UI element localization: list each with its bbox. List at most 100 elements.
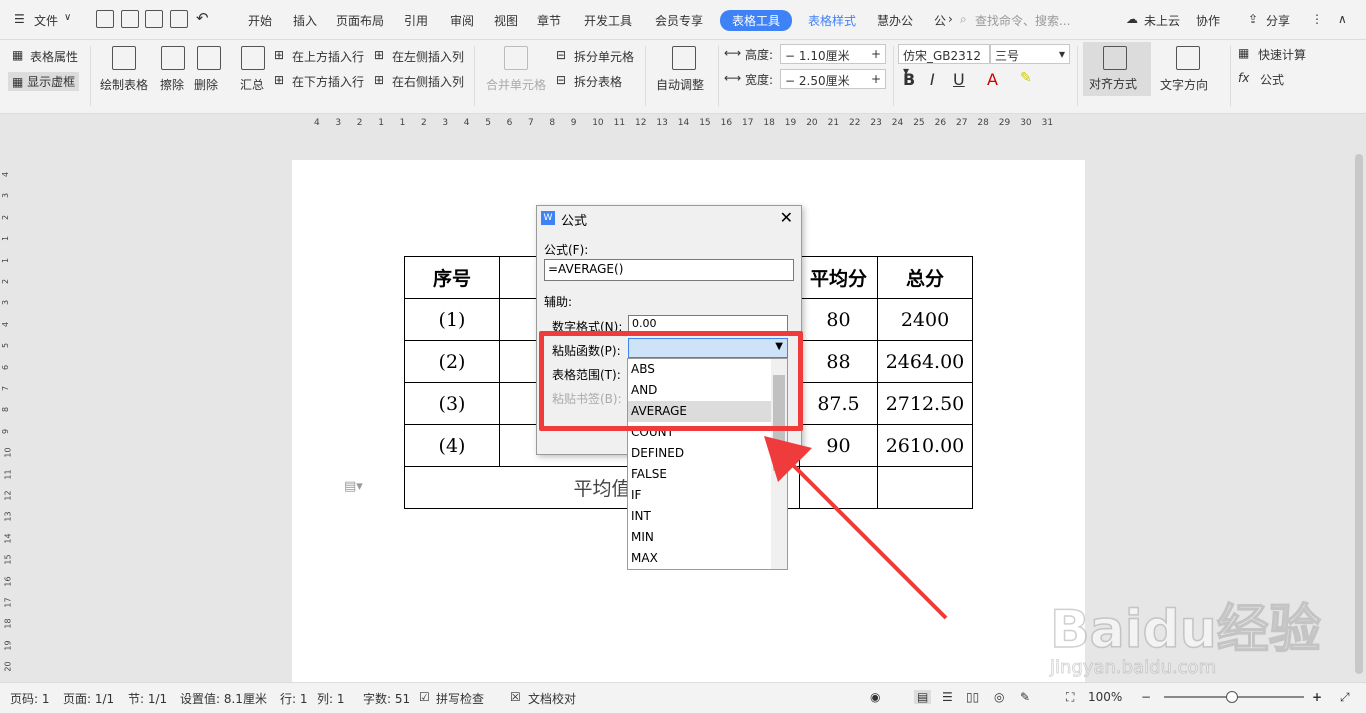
collapse-icon[interactable]: ∧ (1338, 12, 1347, 26)
table-cell[interactable]: (1) (404, 298, 500, 341)
tab-layout[interactable]: 页面布局 (336, 12, 384, 29)
list-item[interactable]: FALSE (628, 464, 771, 485)
eye-icon[interactable]: ◉ (870, 690, 880, 704)
checkbox-icon[interactable]: ☑ (419, 690, 430, 704)
table-cell[interactable]: 总分 (877, 256, 973, 299)
zoom-slider[interactable] (1164, 691, 1304, 703)
insert-above-button[interactable]: 在上方插入行 (292, 48, 364, 65)
cloud-status[interactable]: 未上云 (1144, 12, 1180, 29)
formula-input[interactable]: =AVERAGE() (544, 259, 794, 281)
insert-right-button[interactable]: 在右侧插入列 (392, 73, 464, 90)
print-preview-icon[interactable] (170, 10, 188, 28)
tab-table-style[interactable]: 表格样式 (808, 12, 856, 29)
table-cell[interactable]: (3) (404, 382, 500, 425)
table-cell[interactable]: 序号 (404, 256, 500, 299)
auto-fit-button[interactable]: 自动调整 (656, 76, 704, 93)
web-view-icon[interactable]: ◎ (994, 690, 1004, 704)
table-cell[interactable]: 2712.50 (877, 382, 973, 425)
table-cell[interactable]: (4) (404, 424, 500, 467)
list-item[interactable]: INT (628, 506, 771, 527)
file-menu[interactable]: 文件 (34, 12, 58, 29)
section-count[interactable]: 节: 1/1 (128, 690, 167, 707)
chevron-right-icon[interactable]: › (948, 12, 953, 26)
table-cell[interactable]: (2) (404, 340, 500, 383)
tab-section[interactable]: 章节 (537, 12, 561, 29)
tab-member[interactable]: 会员专享 (655, 12, 703, 29)
close-icon[interactable]: ✕ (780, 208, 793, 227)
page-code[interactable]: 页码: 1 (10, 690, 50, 707)
menu-icon[interactable]: ☰ (14, 12, 25, 26)
doc-proof-button[interactable]: 文档校对 (528, 690, 576, 707)
table-cell[interactable]: 2464.00 (877, 340, 973, 383)
fit-page-icon[interactable]: ⛶ (1066, 690, 1074, 705)
list-item[interactable]: IF (628, 485, 771, 506)
insert-below-button[interactable]: 在下方插入行 (292, 73, 364, 90)
zoom-in-icon[interactable]: + (1312, 690, 1322, 704)
spell-check-button[interactable]: 拼写检查 (436, 690, 484, 707)
zoom-slider-handle[interactable] (1226, 691, 1238, 703)
chevron-down-icon[interactable]: ∨ (64, 12, 71, 23)
list-item[interactable]: MAX (628, 548, 771, 569)
width-stepper[interactable]: − 2.50厘米 + (780, 69, 886, 89)
scrollbar-thumb[interactable] (1355, 154, 1363, 674)
tab-developer[interactable]: 开发工具 (584, 12, 632, 29)
plus-icon[interactable]: + (871, 72, 881, 86)
erase-button[interactable]: 擦除 (160, 76, 184, 93)
tab-review[interactable]: 审阅 (450, 12, 474, 29)
draw-table-button[interactable]: 绘制表格 (100, 76, 148, 93)
table-cell[interactable]: 87.5 (799, 382, 878, 425)
vertical-ruler[interactable]: 4 3 2 1 1 2 3 4 5 6 7 8 9 10 11 12 13 14 15 16 17 18 19 20 (0, 134, 14, 682)
proof-icon[interactable]: ☒ (510, 690, 521, 704)
table-cell[interactable]: 88 (799, 340, 878, 383)
list-item[interactable]: DEFINED (628, 443, 771, 464)
outline-view-icon[interactable]: ☰ (942, 690, 953, 704)
fullscreen-icon[interactable]: ⤢ (1340, 690, 1350, 705)
setting-value[interactable]: 设置值: 8.1厘米 (180, 690, 267, 707)
col-indicator[interactable]: 列: 1 (317, 690, 345, 707)
list-item[interactable]: MIN (628, 527, 771, 548)
write-view-icon[interactable]: ✎ (1020, 690, 1030, 704)
table-cell[interactable]: 2400 (877, 298, 973, 341)
tab-reference[interactable]: 引用 (404, 12, 428, 29)
row-indicator[interactable]: 行: 1 (280, 690, 308, 707)
share-button[interactable]: 分享 (1266, 12, 1290, 29)
split-cells-button[interactable]: 拆分单元格 (574, 48, 634, 65)
quick-calc-button[interactable]: 快速计算 (1258, 46, 1306, 63)
summary-button[interactable]: 汇总 (240, 76, 264, 93)
align-button[interactable]: 对齐方式 (1083, 42, 1151, 96)
formula-button[interactable]: 公式 (1260, 71, 1284, 88)
horizontal-ruler[interactable]: 4 3 2 1 1 2 3 4 5 6 7 8 9 10 11 12 13 14 15 16 17 18 19 20 21 22 2… (0, 115, 1366, 134)
page-count[interactable]: 页面: 1/1 (63, 690, 114, 707)
tab-more[interactable]: 公 (934, 12, 946, 29)
export-icon[interactable] (121, 10, 139, 28)
height-stepper[interactable]: − 1.10厘米 + (780, 44, 886, 64)
font-name-select[interactable]: 仿宋_GB2312 ▾ (898, 44, 990, 78)
print-icon[interactable] (145, 10, 163, 28)
table-props-button[interactable]: 表格属性 (30, 48, 78, 65)
font-size-select[interactable]: 三号 ▾ (990, 44, 1070, 64)
document-scrollbar[interactable] (1352, 134, 1366, 682)
search-input[interactable]: 查找命令、搜索... (975, 12, 1070, 29)
undo-icon[interactable]: ↶ (196, 9, 209, 27)
text-direction-button[interactable]: 文字方向 (1160, 76, 1208, 93)
read-view-icon[interactable]: ▯▯ (966, 690, 979, 704)
show-gridlines-button[interactable]: ▦ 显示虚框 (8, 72, 80, 91)
paragraph-icon[interactable]: ▤▾ (344, 479, 363, 494)
underline-icon[interactable]: U (953, 70, 965, 89)
zoom-level[interactable]: 100% (1088, 690, 1122, 704)
plus-icon[interactable]: + (871, 47, 881, 61)
collab-button[interactable]: 协作 (1196, 12, 1220, 29)
merge-cells-button[interactable]: 合并单元格 (486, 76, 546, 93)
bold-icon[interactable]: B (903, 70, 915, 89)
table-cell[interactable]: 80 (799, 298, 878, 341)
tab-huibangong[interactable]: 慧办公 (877, 12, 913, 29)
italic-icon[interactable]: I (930, 70, 935, 89)
insert-left-button[interactable]: 在左侧插入列 (392, 48, 464, 65)
tab-start[interactable]: 开始 (248, 12, 272, 29)
highlight-icon[interactable]: ✎ (1020, 70, 1032, 86)
page-view-icon[interactable]: ▤ (914, 690, 932, 704)
table-cell[interactable]: 平均分 (799, 256, 878, 299)
zoom-out-icon[interactable]: − (1141, 690, 1151, 704)
tab-view[interactable]: 视图 (494, 12, 518, 29)
tab-table-tools[interactable]: 表格工具 (720, 10, 793, 31)
